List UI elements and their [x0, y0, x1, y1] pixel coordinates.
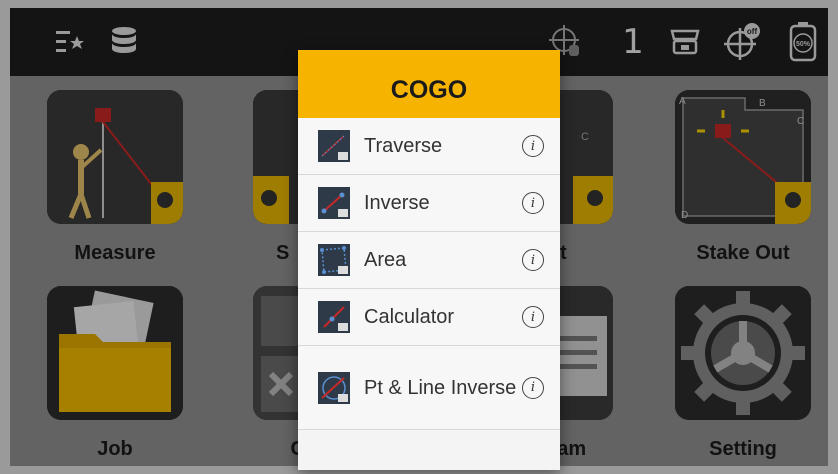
pt-line-inverse-icon — [318, 371, 350, 404]
menu-item-area[interactable]: Area i — [298, 232, 560, 289]
info-icon[interactable]: i — [522, 249, 544, 271]
info-icon[interactable]: i — [522, 135, 544, 157]
info-icon[interactable]: i — [522, 306, 544, 328]
traverse-icon — [318, 130, 350, 162]
menu-item-label: Area — [364, 249, 407, 271]
inverse-icon — [318, 187, 350, 219]
menu-item-label: Pt & Line Inverse — [364, 376, 517, 399]
menu-item-label: Inverse — [364, 192, 430, 214]
menu-item-pt-line-inverse[interactable]: Pt & Line Inverse i — [298, 346, 560, 430]
info-icon[interactable]: i — [522, 192, 544, 214]
menu-item-calculator[interactable]: Calculator i — [298, 289, 560, 346]
cogo-dialog: COGO Traverse i Inverse i Area i Calcula… — [298, 50, 560, 470]
menu-item-traverse[interactable]: Traverse i — [298, 118, 560, 175]
menu-item-label: Calculator — [364, 306, 455, 328]
menu-item-label: Traverse — [364, 135, 443, 157]
area-icon — [318, 244, 350, 276]
menu-item-inverse[interactable]: Inverse i — [298, 175, 560, 232]
dialog-title: COGO — [298, 50, 560, 118]
calculator-icon — [318, 301, 350, 333]
info-icon[interactable]: i — [522, 376, 544, 399]
